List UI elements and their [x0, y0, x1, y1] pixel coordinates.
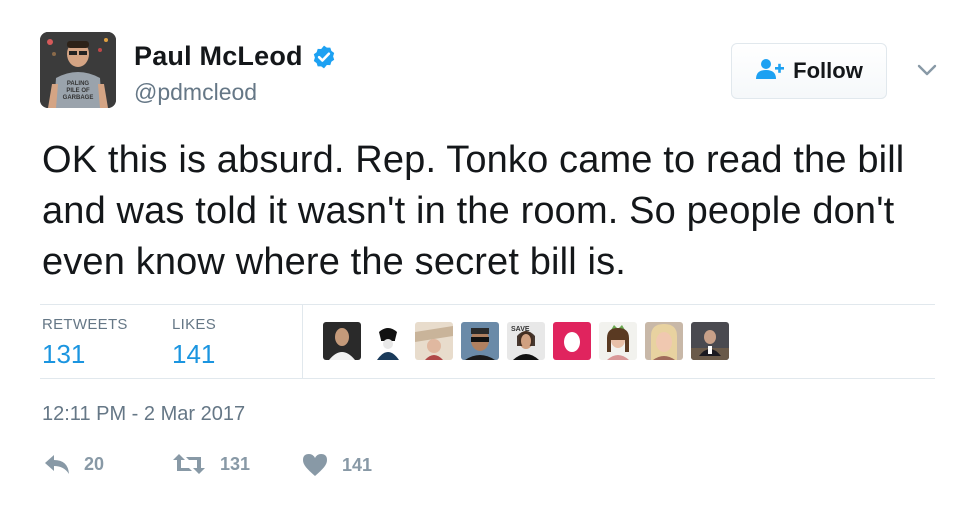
stats-top-divider [40, 304, 935, 305]
stats-separator [302, 305, 303, 378]
author-avatar[interactable]: PALING PILE OF GARBAGE [40, 32, 116, 108]
liker-avatar-9[interactable] [691, 322, 729, 360]
author-name[interactable]: Paul McLeod [134, 41, 303, 72]
heart-icon [302, 453, 328, 477]
liker-avatar-2[interactable] [369, 322, 407, 360]
svg-text:GARBAGE: GARBAGE [63, 95, 94, 101]
like-count: 141 [342, 454, 373, 475]
likes-label: LIKES [172, 316, 217, 333]
verified-badge-icon [311, 44, 337, 70]
reply-count: 20 [84, 453, 105, 474]
likes-stat[interactable]: LIKES 141 [172, 316, 216, 370]
follow-user-icon [755, 58, 785, 85]
svg-text:PALING: PALING [67, 81, 90, 87]
reply-icon [44, 453, 70, 475]
retweet-button[interactable]: 131 [172, 453, 250, 475]
retweet-icon [172, 453, 206, 475]
liker-avatar-4[interactable] [461, 322, 499, 360]
retweets-value: 131 [42, 339, 86, 369]
follow-button[interactable]: Follow [731, 43, 887, 99]
tweet-card: PALING PILE OF GARBAGE Paul McLeod @pdmc… [0, 0, 980, 516]
retweets-label: RETWEETS [42, 316, 128, 333]
avatar-photo-icon: PALING PILE OF GARBAGE [40, 32, 116, 108]
retweet-count: 131 [220, 453, 251, 474]
like-button[interactable]: 141 [302, 453, 372, 477]
follow-button-label: Follow [793, 58, 863, 83]
liker-avatar-6-egg[interactable] [553, 322, 591, 360]
likes-value: 141 [172, 339, 216, 369]
liker-avatar-1[interactable] [323, 322, 361, 360]
likers-avatar-list: SAVE [323, 322, 729, 360]
svg-text:PILE OF: PILE OF [66, 88, 90, 94]
chevron-down-icon[interactable] [914, 60, 940, 80]
liker-avatar-7[interactable] [599, 322, 637, 360]
liker-avatar-3[interactable] [415, 322, 453, 360]
tweet-text: OK this is absurd. Rep. Tonko came to re… [42, 139, 905, 283]
retweets-stat[interactable]: RETWEETS 131 [42, 316, 128, 370]
author-handle[interactable]: @pdmcleod [134, 79, 257, 106]
tweet-timestamp[interactable]: 12:11 PM - 2 Mar 2017 [42, 403, 245, 426]
liker-avatar-8[interactable] [645, 322, 683, 360]
liker-avatar-5[interactable]: SAVE [507, 322, 545, 360]
reply-button[interactable]: 20 [44, 453, 104, 475]
stats-bottom-divider [40, 378, 935, 379]
author-name-row[interactable]: Paul McLeod [134, 41, 337, 72]
